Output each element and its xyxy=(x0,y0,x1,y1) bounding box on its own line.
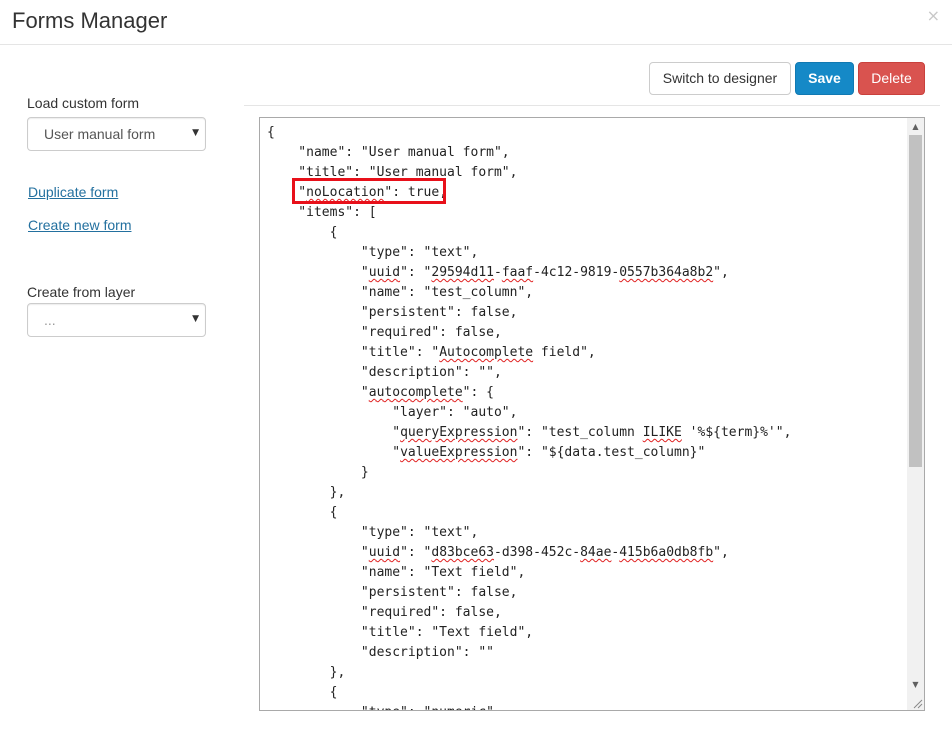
page-title: Forms Manager xyxy=(12,8,168,33)
code-line: { xyxy=(267,505,338,520)
code-line: }, xyxy=(267,485,346,500)
code-line: "name": "test_column", xyxy=(267,285,534,300)
duplicate-form-link[interactable]: Duplicate form xyxy=(28,184,118,200)
code-line: "type": "text", xyxy=(267,245,479,260)
code-line: "type": "text", xyxy=(267,525,479,540)
close-icon[interactable]: × xyxy=(927,6,940,25)
code-line: "persistent": false, xyxy=(267,305,518,320)
layer-select-value: ... xyxy=(44,312,56,328)
load-custom-form-label: Load custom form xyxy=(27,95,140,111)
scroll-thumb[interactable] xyxy=(909,135,922,467)
code-line: "type": "numeric", xyxy=(267,703,791,710)
code-line: "required": false, xyxy=(267,605,502,620)
code-line: { xyxy=(267,225,338,240)
json-editor[interactable]: { "name": "User manual form", "title": "… xyxy=(259,117,925,711)
resize-grip-icon[interactable] xyxy=(911,697,923,709)
code-line: "valueExpression": "${data.test_column}" xyxy=(267,445,706,460)
switch-to-designer-button[interactable]: Switch to designer xyxy=(649,62,791,95)
delete-button[interactable]: Delete xyxy=(858,62,925,95)
code-line: "description": "", xyxy=(267,365,502,380)
code-line: "queryExpression": "test_column ILIKE '%… xyxy=(267,425,792,440)
create-from-layer-label: Create from layer xyxy=(27,284,136,300)
chevron-down-icon: ▼ xyxy=(192,128,199,138)
code-line: "name": "User manual form", xyxy=(267,145,510,160)
code-line: "title": "Text field", xyxy=(267,625,534,640)
code-line: "required": false, xyxy=(267,325,502,340)
scroll-down-icon[interactable]: ▼ xyxy=(907,676,924,693)
code-line: "uuid": "d83bce63-d398-452c-84ae-415b6a0… xyxy=(267,545,729,560)
code-line: "items": [ xyxy=(267,205,377,220)
json-code[interactable]: { "name": "User manual form", "title": "… xyxy=(267,123,792,710)
divider xyxy=(244,105,940,106)
code-line: "layer": "auto", xyxy=(267,405,518,420)
chevron-down-icon: ▼ xyxy=(192,314,199,324)
code-line: { xyxy=(267,125,275,140)
code-line: } xyxy=(267,465,369,480)
scroll-up-icon[interactable]: ▲ xyxy=(907,118,924,135)
layer-select[interactable]: ... ▼ xyxy=(27,303,206,337)
create-new-form-link[interactable]: Create new form xyxy=(28,217,131,233)
code-line: "autocomplete": { xyxy=(267,385,494,400)
code-line: "title": "Autocomplete field", xyxy=(267,345,596,360)
code-line: { xyxy=(267,685,338,700)
code-line: "description": "" xyxy=(267,645,494,660)
code-line: "uuid": "29594d11-faaf-4c12-9819-0557b36… xyxy=(267,265,729,280)
load-form-select-value: User manual form xyxy=(44,126,156,142)
highlight-box xyxy=(292,178,446,204)
code-line: }, xyxy=(267,665,346,680)
scrollbar[interactable]: ▲ ▼ xyxy=(907,118,924,710)
load-form-select[interactable]: User manual form ▼ xyxy=(27,117,206,151)
modal-header: Forms Manager × xyxy=(0,0,952,45)
save-button[interactable]: Save xyxy=(795,62,854,95)
code-line: "persistent": false, xyxy=(267,585,518,600)
code-line: "name": "Text field", xyxy=(267,565,526,580)
